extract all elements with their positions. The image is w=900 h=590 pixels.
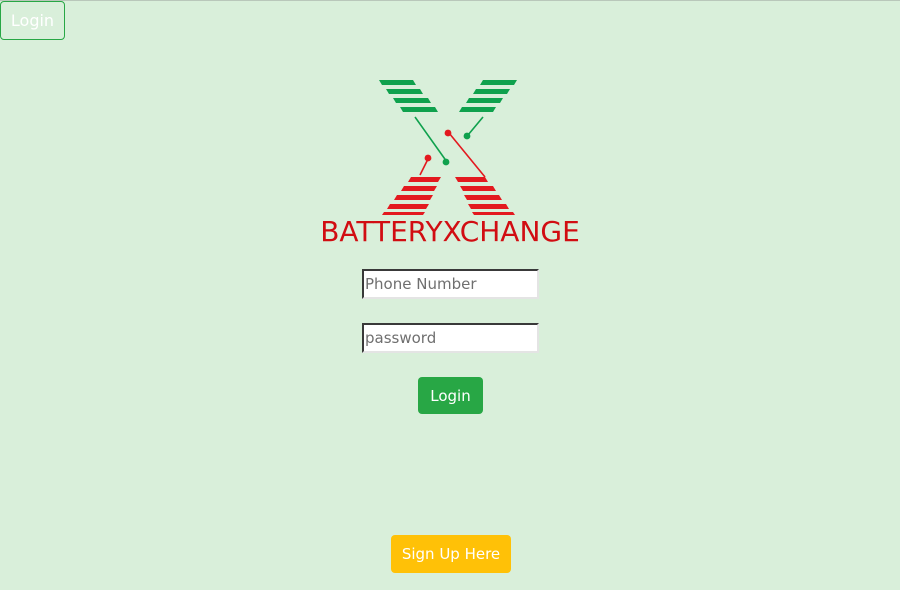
- top-login-button[interactable]: Login: [0, 1, 65, 40]
- password-input[interactable]: [362, 323, 539, 353]
- battery-x-logo-icon: [379, 80, 517, 215]
- brand-name: BATTERYXCHANGE: [320, 215, 580, 248]
- phone-number-input[interactable]: [362, 269, 539, 299]
- sign-up-button[interactable]: Sign Up Here: [391, 535, 511, 573]
- login-button[interactable]: Login: [418, 377, 483, 414]
